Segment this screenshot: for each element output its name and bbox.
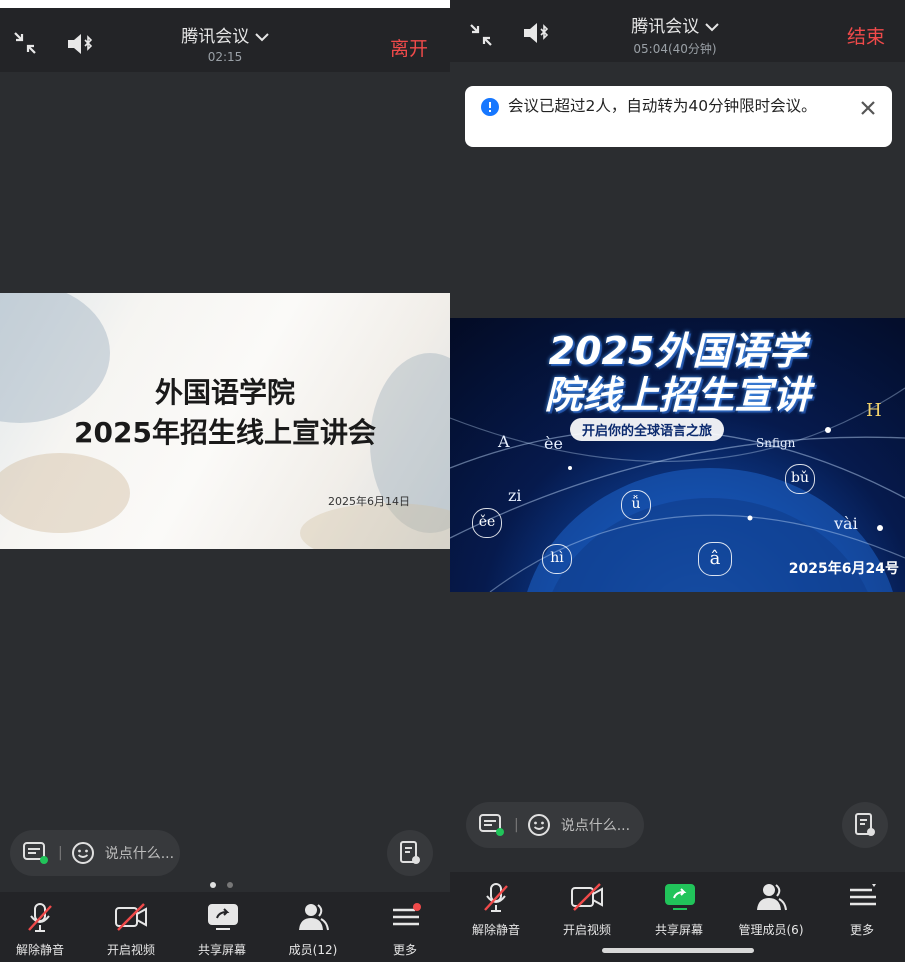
chat-input-pill[interactable]: | 说点什么... xyxy=(10,830,180,876)
meeting-title: 腾讯会议 xyxy=(631,17,700,37)
slide-letter: H xyxy=(866,400,882,421)
slide-letter: A xyxy=(498,432,510,451)
manage-members-button[interactable]: 管理成员(6) xyxy=(723,872,819,946)
speaker-bluetooth-icon[interactable] xyxy=(522,21,552,45)
unmute-label: 解除静音 xyxy=(15,943,64,957)
start-video-button[interactable]: 开启视频 xyxy=(542,872,632,946)
chat-icon[interactable] xyxy=(478,813,506,837)
notes-icon xyxy=(855,813,875,836)
video-off-icon xyxy=(115,903,147,931)
slide-letter: zi xyxy=(508,486,522,505)
page-dot xyxy=(227,882,234,888)
more-menu-icon xyxy=(393,903,421,926)
video-off-icon xyxy=(571,883,603,911)
mic-muted-icon xyxy=(484,883,508,912)
meeting-title-dropdown[interactable]: 腾讯会议 xyxy=(150,22,300,47)
share-screen-button[interactable]: 共享屏幕 xyxy=(634,872,724,946)
bottom-toolbar: 解除静音 开启视频 共享屏幕 管理成员(6) 更多 xyxy=(450,872,905,962)
bottom-toolbar: 解除静音 开启视频 共享屏幕 成员(12) 更多 xyxy=(0,892,450,962)
meeting-timer: 02:15 xyxy=(207,50,243,64)
slide-letter: Snfign xyxy=(756,436,796,450)
members-label: 成员(12) xyxy=(288,943,338,957)
page-dot-active xyxy=(210,882,216,888)
slide-title-line2: 院线上招生宣讲 xyxy=(544,373,811,417)
start-video-button[interactable]: 开启视频 xyxy=(86,892,176,962)
manage-members-label: 管理成员(6) xyxy=(738,923,804,937)
notes-button[interactable] xyxy=(842,802,888,848)
speaker-bluetooth-icon[interactable] xyxy=(66,32,96,56)
home-indicator xyxy=(602,948,754,953)
page-indicator xyxy=(210,873,234,892)
more-label: 更多 xyxy=(849,923,874,937)
close-icon[interactable] xyxy=(860,100,876,116)
info-icon xyxy=(481,98,499,116)
slide-tagline: 开启你的全球语言之旅 xyxy=(570,418,725,441)
end-meeting-button[interactable]: 结束 xyxy=(847,22,885,49)
chat-placeholder: 说点什么... xyxy=(104,846,175,862)
meeting-screen-left: 腾讯会议 02:15 离开 外国语学院 2025年招生线上宣讲会 2025年6月… xyxy=(0,8,450,962)
top-bar: 腾讯会议 02:15 离开 xyxy=(0,8,450,72)
more-menu-icon xyxy=(850,884,876,906)
meeting-timer: 05:04(40分钟) xyxy=(633,42,717,56)
slide-title-line2: 2025年招生线上宣讲会 xyxy=(74,416,376,449)
notice-text: 会议已超过2人，自动转为40分钟限时会议。 xyxy=(508,97,817,115)
share-screen-icon xyxy=(208,904,238,930)
notes-button[interactable] xyxy=(387,830,433,876)
share-screen-button[interactable]: 共享屏幕 xyxy=(177,892,267,962)
unmute-button[interactable]: 解除静音 xyxy=(451,872,541,946)
share-screen-label: 共享屏幕 xyxy=(197,943,246,957)
slide-letter-bubble: bǔ xyxy=(785,464,815,494)
chat-icon[interactable] xyxy=(22,841,50,865)
minimize-icon[interactable] xyxy=(468,22,494,48)
slide-title-line1: 外国语学院 xyxy=(154,376,295,409)
slide-letter-bubble: â xyxy=(698,542,732,576)
chevron-down-icon xyxy=(704,23,719,32)
slide-letter: èe xyxy=(544,434,563,453)
chat-placeholder: 说点什么... xyxy=(560,818,631,834)
mic-muted-icon xyxy=(28,903,52,932)
emoji-icon[interactable] xyxy=(71,841,95,865)
leave-button[interactable]: 离开 xyxy=(390,34,428,61)
unmute-button[interactable]: 解除静音 xyxy=(0,892,85,962)
more-button[interactable]: 更多 xyxy=(360,892,450,962)
start-video-label: 开启视频 xyxy=(562,923,611,937)
notes-icon xyxy=(400,841,420,864)
slide-letter-bubble: ǚ xyxy=(621,490,651,520)
minimize-icon[interactable] xyxy=(12,30,38,56)
meeting-title: 腾讯会议 xyxy=(181,27,250,47)
unmute-label: 解除静音 xyxy=(471,923,520,937)
start-video-label: 开启视频 xyxy=(106,943,155,957)
more-button[interactable]: 更多 xyxy=(817,872,905,946)
share-screen-icon xyxy=(665,884,695,910)
members-button[interactable]: 成员(12) xyxy=(268,892,358,962)
meeting-screen-right: 腾讯会议 05:04(40分钟) 结束 会议已超过2人，自动转为40分钟限时会议… xyxy=(450,0,905,962)
meeting-title-dropdown[interactable]: 腾讯会议 xyxy=(600,12,750,37)
slide-letter-bubble: ěe xyxy=(472,508,502,538)
time-limit-notice: 会议已超过2人，自动转为40分钟限时会议。 xyxy=(465,86,892,147)
slide-date: 2025年6月24号 xyxy=(788,561,899,577)
shared-slide: 外国语学院 2025年招生线上宣讲会 2025年6月14日 xyxy=(0,293,450,549)
members-icon xyxy=(757,884,787,911)
share-screen-label: 共享屏幕 xyxy=(654,923,703,937)
slide-date: 2025年6月14日 xyxy=(328,495,410,508)
chat-input-pill[interactable]: | 说点什么... xyxy=(466,802,644,848)
members-icon xyxy=(299,904,329,931)
shared-slide: 2025外国语学 院线上招生宣讲 开启你的全球语言之旅 A èe Snfign … xyxy=(450,318,905,592)
slide-letter: vài xyxy=(834,514,858,533)
top-bar: 腾讯会议 05:04(40分钟) 结束 xyxy=(450,0,905,62)
emoji-icon[interactable] xyxy=(527,813,551,837)
slide-letter-bubble: hì xyxy=(542,544,572,574)
chevron-down-icon xyxy=(254,33,269,42)
more-label: 更多 xyxy=(392,943,417,957)
